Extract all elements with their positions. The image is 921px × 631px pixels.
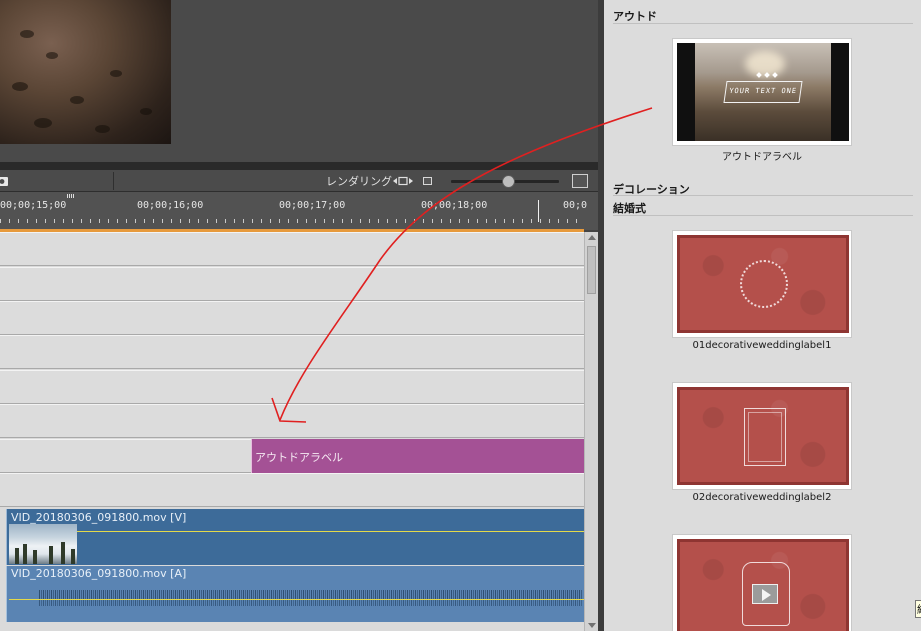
preview-footprint xyxy=(95,125,110,133)
badge-text: YOUR TEXT ONE xyxy=(728,87,798,95)
category-divider xyxy=(613,215,913,216)
thumbnail-scene: YOUR TEXT ONE xyxy=(695,43,831,141)
timeline-vertical-scrollbar[interactable] xyxy=(584,232,598,631)
audio-clip[interactable]: VID_20180306_091800.mov [A] xyxy=(6,566,584,622)
ruler-timecode: 00;00;16;00 xyxy=(137,200,204,211)
scroll-down-icon[interactable] xyxy=(588,623,596,628)
title-clip[interactable]: アウトドアラベル xyxy=(251,439,584,473)
timeline-ruler[interactable]: 00;00;15;00 00;00;16;00 00;00;17;00 00;0… xyxy=(0,192,598,230)
ruler-timecode: 00;00;18;00 xyxy=(421,200,488,211)
library-item-name: 01decorativeweddinglabel1 xyxy=(692,340,832,351)
ruler-timecode: 00;00;17;00 xyxy=(279,200,346,211)
video-clip-thumbnail xyxy=(9,524,77,564)
preview-frame xyxy=(0,0,171,144)
preview-footprint xyxy=(70,96,84,104)
library-item-outdoor-label[interactable]: YOUR TEXT ONE xyxy=(672,38,852,146)
preview-footprint xyxy=(140,108,152,115)
item-thumbnail xyxy=(677,387,849,485)
title-library-panel: アウトド YOUR TEXT ONE アウトドアラベル デコレーション 結婚式 xyxy=(598,0,921,631)
app-window: レンダリング 00;00;15;00 00;00;16;00 00;00;17;… xyxy=(0,0,921,631)
library-item-wedding-label-1[interactable] xyxy=(672,230,852,338)
title-clip-label: アウトドアラベル xyxy=(255,451,343,464)
preview-footprint xyxy=(34,118,52,128)
preview-footprint xyxy=(110,70,122,77)
thumbnail-badge: YOUR TEXT ONE xyxy=(723,81,803,103)
track-row[interactable] xyxy=(0,232,584,266)
preview-footprint xyxy=(20,30,34,38)
camera-icon[interactable] xyxy=(0,174,10,188)
preview-footprint xyxy=(46,52,58,59)
category-header-wedding: 結婚式 xyxy=(613,202,646,215)
thumbnail-ornament xyxy=(748,412,782,462)
library-item-wedding-label-3[interactable] xyxy=(672,534,852,631)
panel-divider[interactable] xyxy=(0,162,598,170)
tooltip: 結 xyxy=(915,600,921,618)
category-divider xyxy=(613,23,913,24)
ruler-ticks xyxy=(0,219,585,223)
fit-to-window-icon[interactable] xyxy=(572,174,588,188)
item-thumbnail: YOUR TEXT ONE xyxy=(677,43,849,141)
ruler-timecode: 00;00;15;00 xyxy=(0,200,67,211)
library-item-name: 02decorativeweddinglabel2 xyxy=(692,492,832,503)
category-header-outdoor: アウトド xyxy=(613,10,657,23)
item-thumbnail xyxy=(677,235,849,333)
thumbnail-ornament xyxy=(740,260,788,308)
library-item-name: アウトドアラベル xyxy=(722,152,802,163)
track-row[interactable] xyxy=(0,370,584,404)
item-thumbnail xyxy=(677,539,849,631)
track-row[interactable] xyxy=(0,473,584,507)
audio-waveform xyxy=(39,600,583,606)
stop-icon[interactable] xyxy=(423,177,432,185)
track-row[interactable] xyxy=(0,335,584,369)
ruler-timecode: 00;0 xyxy=(563,200,588,211)
video-clip[interactable]: VID_20180306_091800.mov [V] xyxy=(6,509,584,565)
toggle-view-icon[interactable] xyxy=(393,176,413,186)
video-clip-label: VID_20180306_091800.mov [V] xyxy=(11,511,187,524)
editor-area: レンダリング 00;00;15;00 00;00;16;00 00;00;17;… xyxy=(0,0,598,631)
audio-clip-label: VID_20180306_091800.mov [A] xyxy=(11,567,187,580)
audio-waveform xyxy=(39,590,583,599)
track-row[interactable] xyxy=(0,301,584,335)
preview-footprint xyxy=(12,82,28,91)
scroll-up-icon[interactable] xyxy=(588,235,596,240)
video-opacity-line[interactable] xyxy=(77,531,584,532)
monitor-panel xyxy=(0,0,598,162)
render-button[interactable]: レンダリング xyxy=(326,173,392,189)
toolbar-separator xyxy=(113,172,114,190)
category-divider xyxy=(613,195,913,196)
play-icon[interactable] xyxy=(752,584,778,604)
scrollbar-thumb[interactable] xyxy=(587,246,596,294)
ruler-grip-icon[interactable] xyxy=(67,194,74,198)
track-row[interactable] xyxy=(0,404,584,438)
library-item-wedding-label-2[interactable] xyxy=(672,382,852,490)
track-row[interactable] xyxy=(0,267,584,301)
timeline-tracks[interactable]: アウトドアラベル VID_20180306_091800.mov [V] VID… xyxy=(0,232,584,631)
current-time-indicator[interactable] xyxy=(538,200,539,222)
zoom-slider-thumb[interactable] xyxy=(502,175,515,188)
timeline-toolbar: レンダリング xyxy=(0,170,598,192)
